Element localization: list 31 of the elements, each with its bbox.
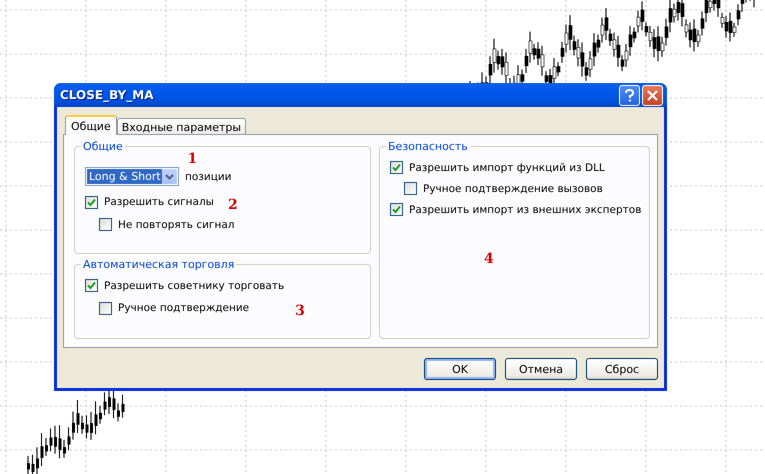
close-icon[interactable] [642,84,663,106]
checkbox[interactable] [85,196,98,208]
position-dropdown[interactable]: Long & Short [85,167,179,186]
checkbox[interactable] [404,182,417,195]
annotation-number: 4 [484,251,494,267]
checkbox-label: Разрешить импорт функций из DLL [409,162,605,174]
checkbox-label: Ручное подтверждение вызовов [423,182,603,194]
checkbox[interactable] [99,302,112,314]
group-title: Автоматическая торговля [81,258,236,271]
annotation-number: 1 [188,150,198,166]
checkbox[interactable] [99,218,112,231]
dialog-button[interactable]: OK [424,358,496,380]
window-title: CLOSE_BY_MA [60,88,154,102]
tab[interactable]: Общие [65,115,117,135]
annotation-number: 2 [228,197,238,213]
dropdown-label: позиции [185,170,232,182]
dialog-button[interactable]: Отмена [505,358,577,380]
help-icon[interactable] [619,84,640,106]
checkbox-label: Не повторять сигнал [118,218,234,230]
checkbox[interactable] [85,279,98,292]
checkbox[interactable] [390,203,403,216]
checkbox-label: Разрешить советнику торговать [104,280,284,292]
checkbox-label: Разрешить импорт из внешних экспертов [409,204,642,216]
group-title: Общие [81,140,125,153]
annotation-number: 3 [295,303,305,319]
tab[interactable]: Входные параметры [116,118,246,135]
checkbox-label: Ручное подтверждение [118,302,250,314]
dialog-button[interactable]: Сброс [586,358,658,380]
checkbox[interactable] [390,161,403,174]
group-title: Безопасность [386,140,470,153]
checkbox-label: Разрешить сигналы [104,196,214,208]
